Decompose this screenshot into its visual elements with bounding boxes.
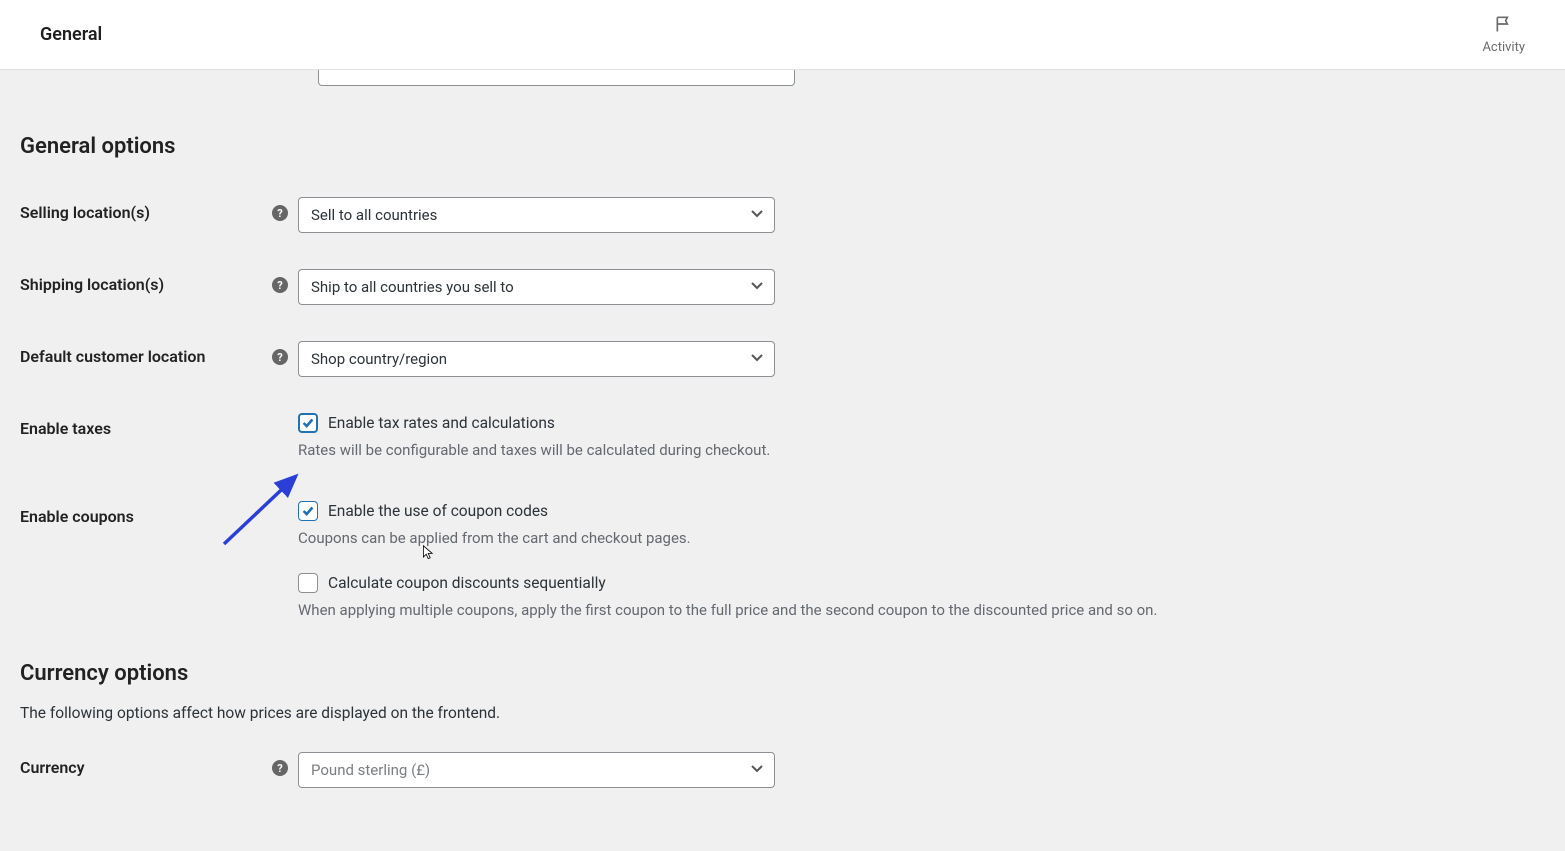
help-icon[interactable]: ? (272, 752, 298, 780)
checkbox-label-sequential-coupons[interactable]: Calculate coupon discounts sequentially (328, 574, 606, 592)
section-heading-currency: Currency options (20, 661, 1545, 686)
select-value: Ship to all countries you sell to (311, 278, 514, 296)
select-default-customer-location[interactable]: Shop country/region (298, 341, 775, 377)
select-value: Pound sterling (£) (311, 761, 430, 779)
row-selling-locations: Selling location(s) ? Sell to all countr… (20, 197, 1545, 233)
select-value: Shop country/region (311, 350, 447, 368)
select-selling-locations[interactable]: Sell to all countries (298, 197, 775, 233)
svg-text:?: ? (277, 351, 283, 364)
help-icon[interactable]: ? (272, 197, 298, 225)
desc-enable-coupons: Coupons can be applied from the cart and… (298, 529, 1545, 547)
label-shipping-locations: Shipping location(s) (20, 269, 272, 294)
checkbox-label-enable-coupons[interactable]: Enable the use of coupon codes (328, 502, 548, 520)
svg-text:?: ? (277, 762, 283, 775)
select-value: Sell to all countries (311, 206, 437, 224)
row-default-customer-location: Default customer location ? Shop country… (20, 341, 1545, 377)
activity-label: Activity (1482, 40, 1525, 55)
settings-content: General options Selling location(s) ? Se… (0, 70, 1565, 828)
label-enable-coupons: Enable coupons (20, 501, 272, 526)
label-enable-taxes: Enable taxes (20, 413, 272, 438)
page-title: General (40, 24, 102, 45)
row-currency: Currency ? Pound sterling (£) (20, 752, 1545, 788)
currency-options-desc: The following options affect how prices … (20, 704, 1545, 722)
activity-button[interactable]: Activity (1482, 14, 1525, 55)
flag-icon (1494, 14, 1514, 38)
section-heading-general: General options (20, 134, 1545, 159)
select-shipping-locations[interactable]: Ship to all countries you sell to (298, 269, 775, 305)
label-default-customer-location: Default customer location (20, 341, 272, 366)
row-shipping-locations: Shipping location(s) ? Ship to all count… (20, 269, 1545, 305)
checkbox-enable-taxes[interactable] (298, 413, 318, 433)
partial-input-bottom[interactable] (318, 70, 795, 86)
desc-enable-taxes: Rates will be configurable and taxes wil… (298, 441, 1545, 459)
help-icon[interactable]: ? (272, 269, 298, 297)
label-selling-locations: Selling location(s) (20, 197, 272, 222)
select-currency[interactable]: Pound sterling (£) (298, 752, 775, 788)
checkbox-enable-coupons[interactable] (298, 501, 318, 521)
svg-text:?: ? (277, 279, 283, 292)
checkbox-label-enable-taxes[interactable]: Enable tax rates and calculations (328, 414, 555, 432)
row-enable-coupons: Enable coupons Enable the use of coupon … (20, 501, 1545, 625)
help-icon[interactable]: ? (272, 341, 298, 369)
desc-sequential-coupons: When applying multiple coupons, apply th… (298, 601, 1545, 619)
row-enable-taxes: Enable taxes Enable tax rates and calcul… (20, 413, 1545, 465)
checkbox-sequential-coupons[interactable] (298, 573, 318, 593)
label-currency: Currency (20, 752, 272, 777)
topbar: General Activity (0, 0, 1565, 70)
svg-text:?: ? (277, 207, 283, 220)
